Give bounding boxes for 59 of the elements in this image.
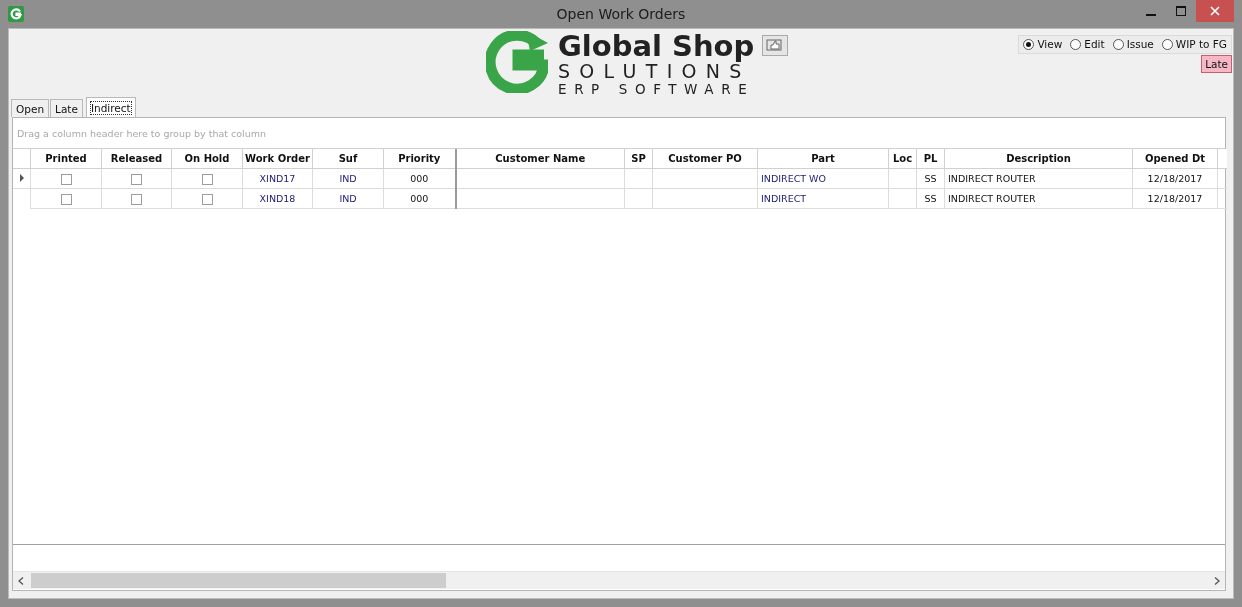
current-row-indicator-icon	[20, 174, 24, 182]
horizontal-scrollbar[interactable]	[13, 571, 1225, 589]
column-header[interactable]: On Hold	[171, 149, 243, 169]
thumbs-up-icon	[766, 38, 785, 53]
company-logo-icon	[486, 31, 548, 93]
scroll-right-icon[interactable]	[1214, 576, 1220, 585]
table-cell: XIND17	[242, 168, 313, 189]
logo-tagline: ERP SOFTWARE	[558, 81, 755, 97]
mode-radio[interactable]: Edit	[1070, 38, 1105, 50]
table-cell: 12/18/2017	[1132, 168, 1218, 189]
table-cell: XIND18	[242, 188, 313, 209]
scrollbar-thumb[interactable]	[31, 573, 446, 588]
table-cell: IND	[312, 188, 384, 209]
tab[interactable]: Indirect	[85, 97, 136, 117]
close-button[interactable]	[1196, 0, 1234, 22]
mode-radio[interactable]: WIP to FG	[1161, 38, 1227, 50]
column-header[interactable]: Loc	[888, 149, 917, 169]
column-header[interactable]: Customer Name	[455, 149, 625, 169]
table-cell: IND	[312, 168, 384, 189]
column-header[interactable]: PL	[916, 149, 945, 169]
checkbox[interactable]	[201, 193, 213, 205]
table-cell: 000	[383, 188, 456, 209]
checkbox[interactable]	[60, 193, 72, 205]
column-header[interactable]: Description	[944, 149, 1133, 169]
table-cell: INDIRECT ROUTER	[944, 188, 1133, 209]
app-logo-icon	[8, 6, 24, 22]
table-cell: 000	[383, 168, 456, 189]
column-header[interactable]: Released	[101, 149, 172, 169]
checkbox[interactable]	[131, 173, 142, 185]
checkbox[interactable]	[131, 193, 142, 205]
feedback-button[interactable]	[762, 35, 789, 56]
table-cell: INDIRECT WO	[757, 168, 889, 189]
logo-name: Global Shop	[558, 31, 755, 61]
mode-radio[interactable]: Issue	[1112, 38, 1154, 50]
table-cell: SS	[916, 188, 945, 209]
window-title: Open Work Orders	[556, 6, 686, 22]
tab[interactable]: Late	[50, 99, 83, 117]
mode-radio[interactable]: View	[1023, 38, 1063, 50]
checkbox[interactable]	[201, 173, 213, 185]
column-header[interactable]: Suf	[312, 149, 384, 169]
table-cell: SS	[916, 168, 945, 189]
minimize-icon	[1146, 13, 1156, 16]
close-icon	[1210, 6, 1220, 16]
column-header[interactable]: Part	[757, 149, 889, 169]
column-header[interactable]: Opened Dt	[1132, 149, 1218, 169]
checkbox[interactable]	[60, 173, 72, 185]
table-cell: INDIRECT	[757, 188, 889, 209]
column-header[interactable]: Priority	[383, 149, 456, 169]
column-header[interactable]: Work Order	[242, 149, 313, 169]
maximize-icon	[1176, 6, 1186, 16]
column-header[interactable]: SP	[624, 149, 653, 169]
column-header[interactable]: Customer PO	[652, 149, 758, 169]
table-cell: INDIRECT ROUTER	[944, 168, 1133, 189]
logo-subtitle: SOLUTIONS	[558, 61, 751, 81]
scroll-left-icon[interactable]	[18, 576, 24, 585]
tab[interactable]: Open	[11, 99, 50, 117]
late-legend: Late	[1201, 55, 1232, 73]
column-header[interactable]: Printed	[30, 149, 102, 169]
table-cell: 12/18/2017	[1132, 188, 1218, 209]
